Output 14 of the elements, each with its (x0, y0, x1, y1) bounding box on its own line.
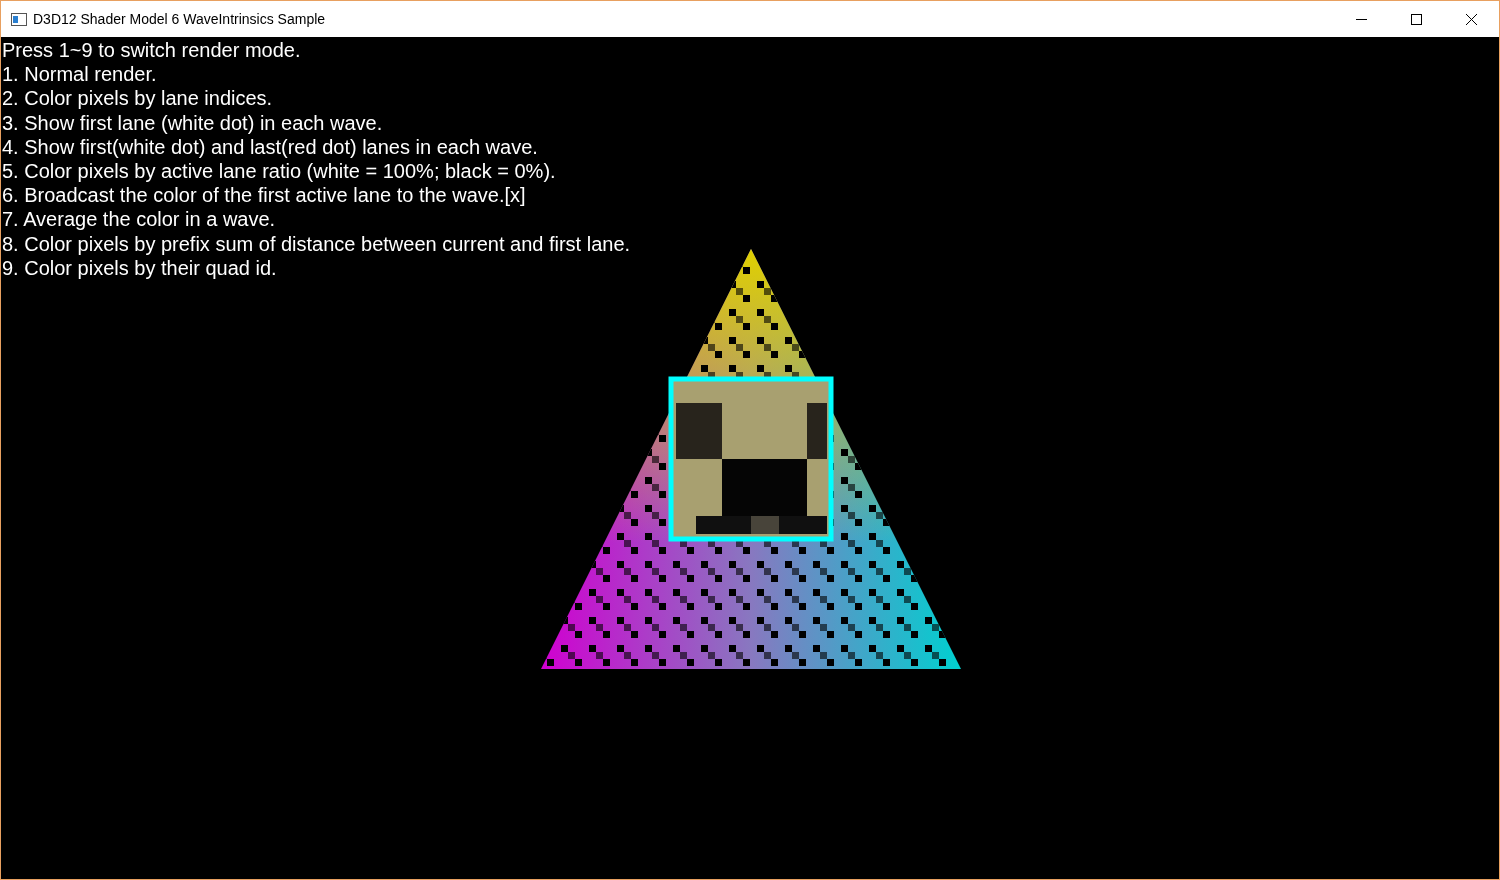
instruction-heading: Press 1~9 to switch render mode. (2, 38, 302, 63)
render-mode-option: 6. Broadcast the color of the first active lane to the wave.[x] (2, 183, 1499, 208)
maximize-icon (1411, 13, 1422, 25)
render-mode-option: 8. Color pixels by prefix sum of distance between current and first lane. (2, 231, 1499, 256)
render-mode-option: 2. Color pixels by lane indices. (2, 86, 1499, 111)
render-mode-option: 1. Normal render. (2, 62, 1499, 87)
window-title: D3D12 Shader Model 6 WaveIntrinsics Sample (33, 9, 326, 29)
render-mode-option: 5. Color pixels by active lane ratio (white = 100%; black = 0%). (2, 159, 1499, 184)
render-mode-option: 9. Color pixels by their quad id. (2, 255, 1499, 281)
close-icon (1466, 13, 1477, 25)
render-mode-option: 4. Show first(white dot) and last(red dot) lanes in each wave. (2, 134, 1499, 159)
render-mode-option: 7. Average the color in a wave. (2, 207, 1499, 232)
app-icon (11, 12, 27, 26)
render-mode-option: 3. Show first lane (white dot) in each wave. (2, 110, 1499, 135)
